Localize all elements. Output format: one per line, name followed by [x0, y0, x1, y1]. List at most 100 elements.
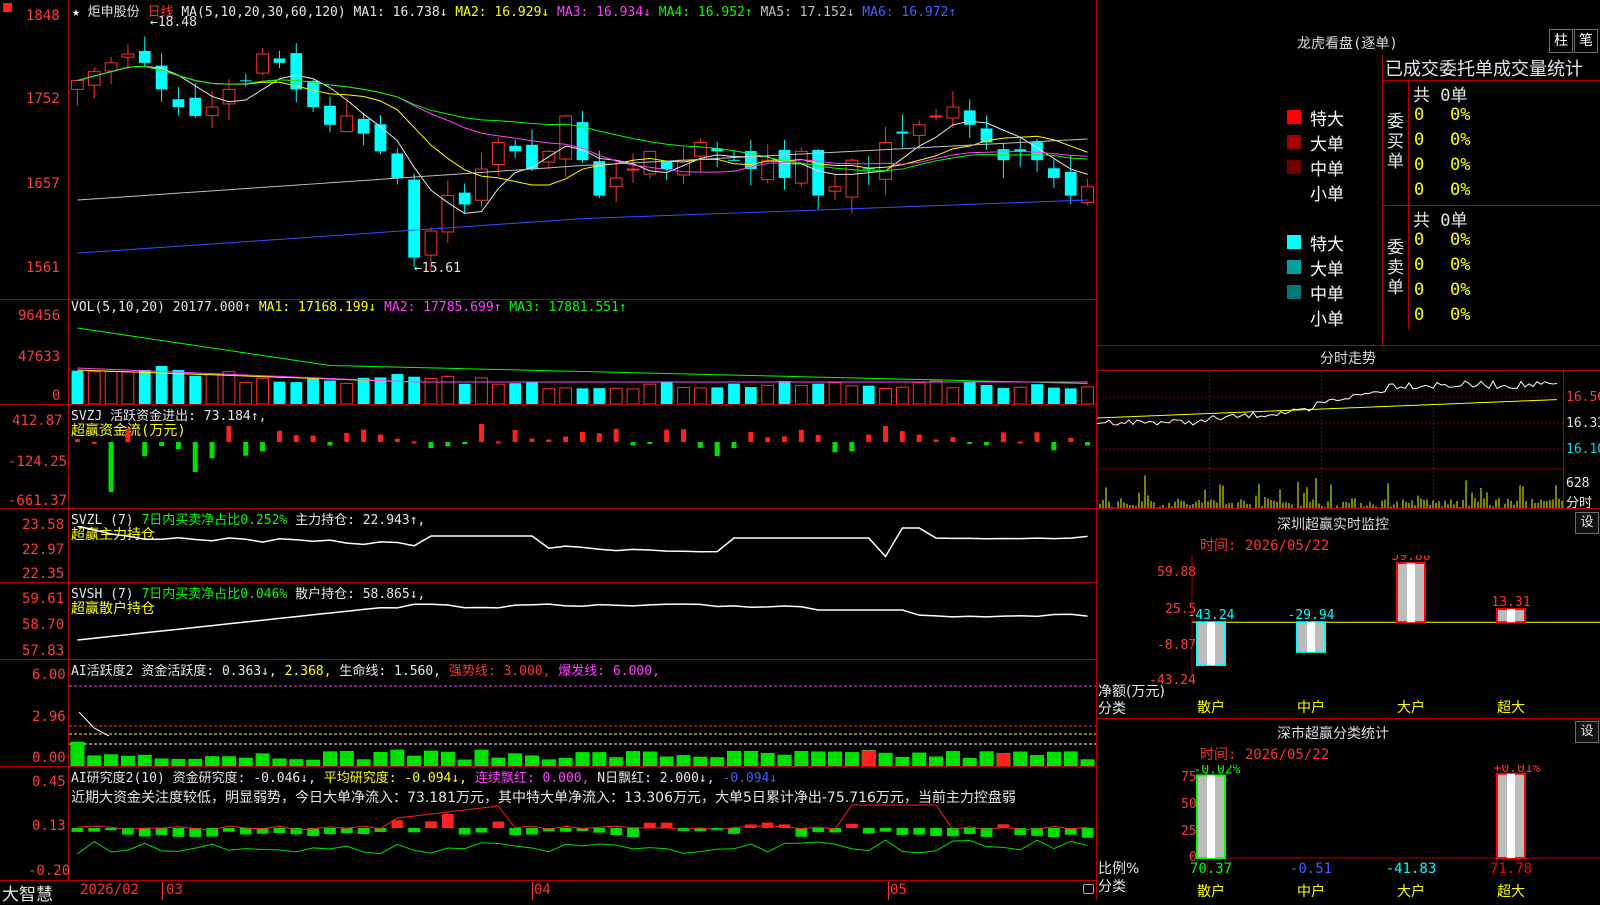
intraday-vol-top: 628	[1566, 476, 1590, 491]
main-holding-line	[77, 526, 1088, 558]
volume-bar	[526, 381, 538, 404]
intraday-axis-3: 16.10	[1566, 442, 1600, 457]
order-row-name: 小单	[1310, 310, 1344, 330]
vol-label: VOL(5,10,20)	[71, 300, 165, 315]
research-bar	[441, 814, 454, 828]
research-bar	[627, 828, 639, 837]
volume-bar	[980, 384, 993, 404]
sz-category-label: 散户	[1197, 699, 1225, 716]
research-bar	[660, 822, 673, 828]
research-bar	[879, 828, 892, 832]
research-bar	[408, 828, 421, 833]
buy-total: 共 0单	[1413, 86, 1468, 106]
candle-body	[71, 80, 84, 90]
volume-bar	[1013, 386, 1027, 404]
activity-bar	[440, 751, 455, 766]
capital-flow-chart[interactable]	[69, 420, 1096, 508]
activity-bar	[878, 752, 893, 766]
activity-bar	[727, 750, 742, 766]
dragon-title: 龙虎看盘(逐单)	[1297, 36, 1398, 52]
research-bar	[458, 828, 471, 835]
volume-chart[interactable]	[69, 318, 1096, 404]
research-bar	[357, 828, 370, 834]
research-chart[interactable]	[69, 800, 1096, 880]
candle-body	[374, 124, 387, 152]
intraday-title: 分时走势	[1320, 351, 1376, 367]
capital-flow-bar	[731, 442, 737, 449]
candlestick-chart[interactable]	[69, 18, 1096, 298]
lock-icon[interactable]	[1083, 884, 1094, 894]
research-bar	[963, 828, 976, 834]
activity-bar	[929, 756, 944, 766]
candle-body	[172, 99, 185, 108]
capital-flow-bar	[175, 442, 181, 450]
volume-bar	[391, 374, 404, 404]
capital-flow-bar	[209, 442, 215, 459]
candle-body	[526, 144, 538, 170]
research-bar	[1081, 828, 1094, 838]
volume-bar	[1064, 388, 1077, 404]
research-green-line	[77, 839, 1088, 855]
ai2-header: AI研究度2(10) 资金研究度: -0.046↓, 平均研究度: -0.094…	[71, 767, 777, 786]
svsh-axis-1: 59.61	[22, 591, 65, 607]
vol-ma1: MA1: 17168.199↓	[258, 300, 377, 315]
activity-chart[interactable]	[69, 676, 1096, 766]
candle-body	[609, 177, 623, 187]
sz-class-settings-button[interactable]: 设	[1575, 721, 1599, 743]
dragon-tabs[interactable]: 已成交委托单成交量统计	[1385, 55, 1583, 81]
capital-flow-bar	[478, 424, 484, 442]
activity-bar	[137, 754, 152, 766]
tick-mode-button[interactable]: 笔	[1574, 29, 1598, 53]
capital-flow-bar	[950, 437, 956, 442]
szc-category-label: 大户	[1397, 883, 1425, 900]
candle-body	[458, 192, 471, 205]
candle-body	[693, 142, 707, 157]
candle-body	[1048, 168, 1060, 178]
szc-value-label: -0.51	[1290, 861, 1332, 877]
ai2-t1: 资金研究度: -0.046↓,	[172, 771, 316, 786]
activity-bar	[474, 749, 489, 766]
capital-flow-bar	[260, 442, 266, 452]
research-bar	[896, 828, 909, 835]
main-holding-chart[interactable]	[69, 526, 1096, 582]
capital-flow-bar	[74, 439, 80, 442]
svzl-axis-2: 22.97	[22, 542, 65, 558]
capital-flow-bar	[630, 442, 636, 446]
activity-bar	[205, 756, 220, 766]
candle-body	[408, 179, 421, 258]
capital-flow-bar	[1051, 442, 1057, 451]
capital-flow-bar	[142, 442, 148, 457]
capital-flow-bar	[714, 442, 720, 457]
research-bar	[643, 822, 656, 828]
candle-body	[912, 124, 926, 136]
candle-body	[205, 106, 219, 117]
activity-bar	[390, 749, 405, 766]
volume-bar	[693, 387, 707, 404]
research-bar	[795, 828, 808, 837]
activity-bar	[120, 755, 135, 766]
order-row-p: 0%	[1450, 255, 1471, 275]
activity-bar	[945, 751, 960, 766]
sz-monitor-chart[interactable]: -43.24 散户 -29.94 中户 59.88 大户 13.31 超大	[1097, 555, 1600, 718]
research-bar	[492, 821, 505, 828]
activity-bar	[912, 752, 927, 766]
volume-bar	[997, 388, 1010, 404]
order-color-swatch	[1287, 235, 1301, 249]
candle-body	[290, 53, 303, 90]
retail-holding-chart[interactable]	[69, 598, 1096, 659]
xaxis-label-2: 03	[166, 882, 183, 898]
buy-side-label: 委买单	[1387, 112, 1404, 172]
sz-monitor-settings-button[interactable]: 设	[1575, 512, 1599, 534]
volume-bar	[946, 387, 960, 404]
activity-bar	[306, 759, 321, 766]
intraday-chart[interactable]	[1097, 371, 1563, 508]
volume-bar	[307, 378, 320, 404]
sz-class-chart[interactable]: -0.02% 70.37 散户 -0.51 中户 -41.83 大户 +0.01% 71.78 超…	[1097, 765, 1600, 900]
capital-flow-bar	[428, 442, 434, 449]
volume-bar	[273, 381, 286, 404]
order-color-swatch	[1287, 260, 1301, 274]
bar-mode-button[interactable]: 柱	[1549, 29, 1573, 53]
capital-flow-bar	[1017, 441, 1023, 444]
szc-value-label: -41.83	[1386, 861, 1437, 877]
volume-bar	[576, 388, 589, 404]
